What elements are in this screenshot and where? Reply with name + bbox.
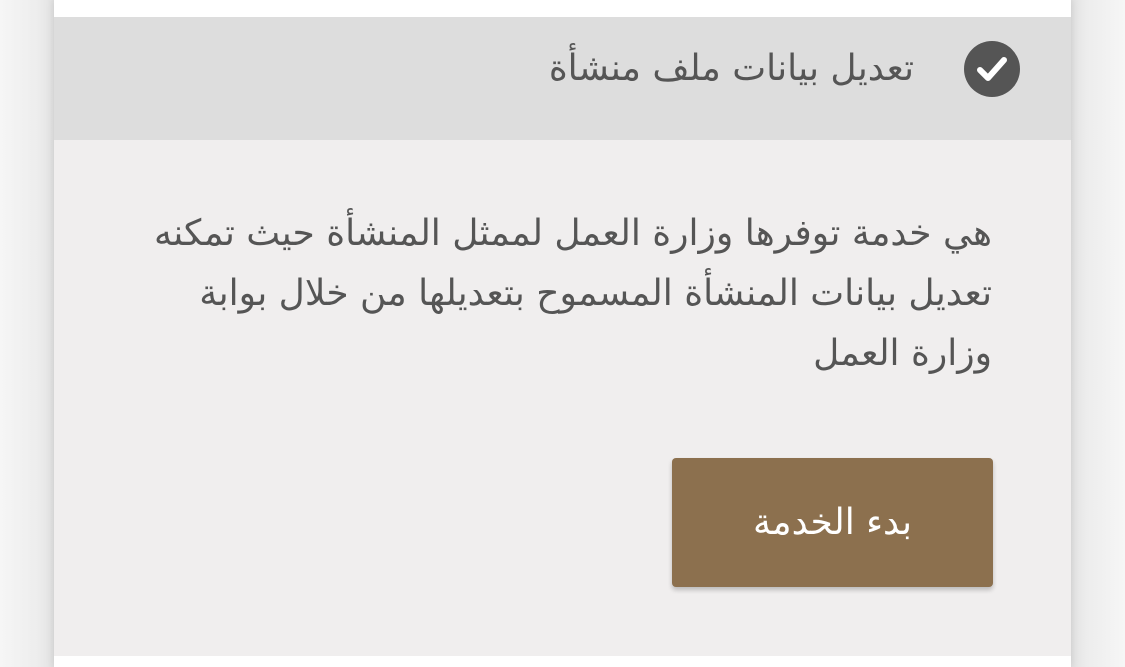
service-card: تعديل بيانات ملف منشأة هي خدمة توفرها وز…: [54, 0, 1071, 667]
card-bottom-edge: [54, 656, 1071, 667]
card-top-edge: [54, 0, 1071, 17]
service-description: هي خدمة توفرها وزارة العمل لممثل المنشأة…: [153, 213, 992, 374]
start-service-button[interactable]: بدء الخدمة: [672, 458, 993, 587]
page-background-left: [0, 0, 54, 667]
page-background-right: [1071, 0, 1125, 667]
service-details-panel: هي خدمة توفرها وزارة العمل لممثل المنشأة…: [54, 140, 1071, 656]
service-header[interactable]: تعديل بيانات ملف منشأة: [54, 17, 1071, 140]
check-circle-icon: [964, 41, 1020, 97]
service-title: تعديل بيانات ملف منشأة: [548, 48, 914, 89]
